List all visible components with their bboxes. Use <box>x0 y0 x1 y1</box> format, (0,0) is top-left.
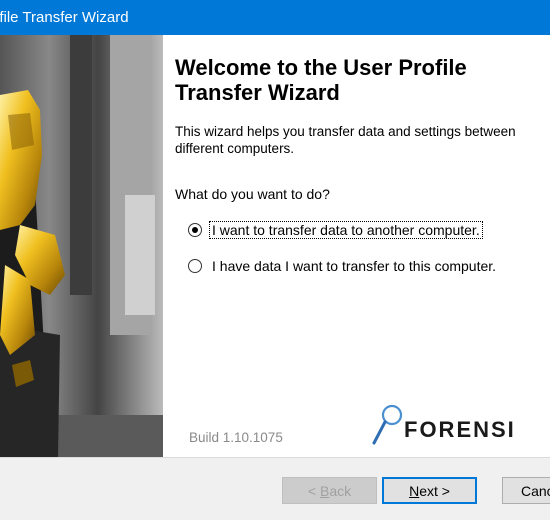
golden-figure-photo <box>0 35 163 457</box>
wizard-question: What do you want to do? <box>175 186 330 202</box>
option-transfer-to-another[interactable]: I want to transfer data to another compu… <box>188 219 483 241</box>
window-title: ofile Transfer Wizard <box>0 9 129 26</box>
wizard-content: Welcome to the User Profile Transfer Wiz… <box>163 35 550 457</box>
forensit-logo: FORENSI <box>371 403 550 451</box>
cancel-button[interactable]: Canc <box>502 477 550 504</box>
back-button[interactable]: < Back <box>282 477 377 504</box>
back-prefix: < <box>307 482 320 499</box>
logo-text: FORENSI <box>404 417 516 442</box>
next-accel: N <box>409 482 420 499</box>
option-transfer-to-this[interactable]: I have data I want to transfer to this c… <box>188 255 498 277</box>
window-titlebar[interactable]: ofile Transfer Wizard <box>0 0 550 35</box>
back-rest: ack <box>329 482 352 499</box>
option-label[interactable]: I want to transfer data to another compu… <box>209 221 483 239</box>
next-button[interactable]: Next > <box>382 477 477 504</box>
wizard-side-image <box>0 35 163 457</box>
magnifier-icon <box>372 404 403 445</box>
radio-transfer-to-this[interactable] <box>188 259 202 273</box>
wizard-heading: Welcome to the User Profile Transfer Wiz… <box>175 55 467 105</box>
next-rest: ext > <box>419 482 450 499</box>
wizard-footer: < Back Next > Canc <box>0 457 550 520</box>
back-accel: B <box>319 482 330 499</box>
build-version: Build 1.10.1075 <box>189 430 283 445</box>
wizard-intro-text: This wizard helps you transfer data and … <box>175 124 516 156</box>
option-label[interactable]: I have data I want to transfer to this c… <box>210 258 498 274</box>
radio-transfer-to-another[interactable] <box>188 223 202 237</box>
